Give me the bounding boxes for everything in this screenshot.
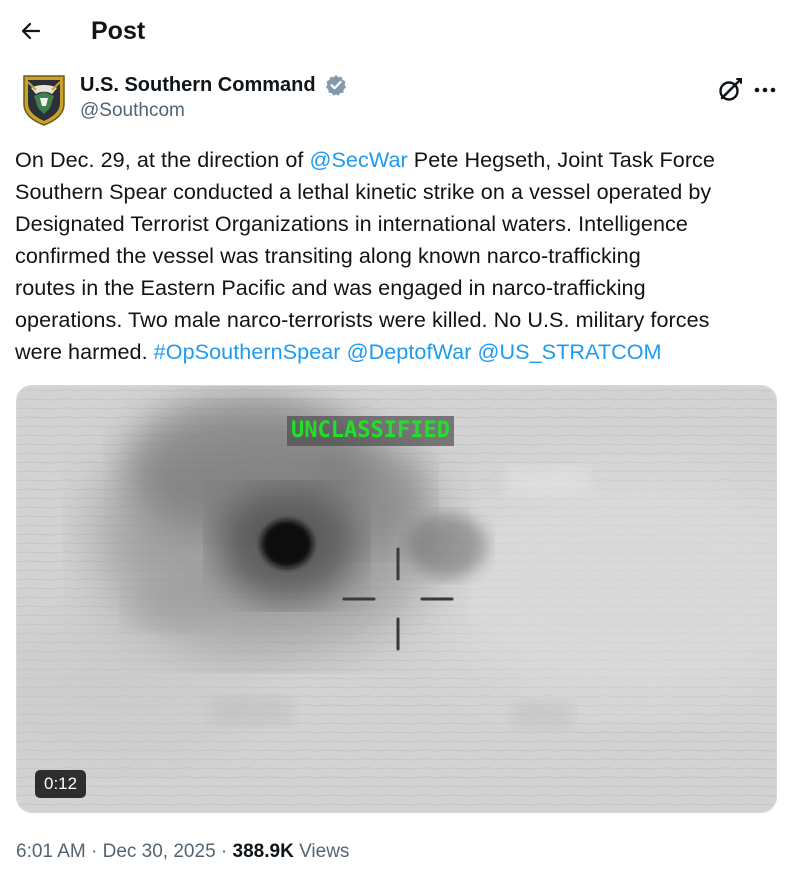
hashtag-link[interactable]: #OpSouthernSpear (154, 339, 341, 364)
author-handle[interactable]: @Southcom (80, 98, 185, 124)
views-label: Views (293, 841, 350, 862)
southcom-seal-icon (23, 75, 65, 126)
post-text-segment: were harmed. (15, 339, 154, 364)
post-text-segment: On Dec. 29, at the direction of (15, 147, 310, 172)
arrow-left-icon (21, 22, 41, 40)
post-text: On Dec. 29, at the direction of @SecWar … (15, 144, 785, 368)
post-line-3: Designated Terrorist Organizations in in… (15, 211, 688, 236)
mention-stratcom-link[interactable]: @US_STRATCOM (478, 339, 662, 364)
post-meta: 6:01 AM · Dec 30, 2025 · 388.9K Views (16, 838, 349, 866)
more-horizontal-icon[interactable] (752, 78, 778, 102)
classification-banner: UNCLASSIFIED (287, 416, 454, 446)
video-player[interactable]: UNCLASSIFIED 0:12 (16, 385, 777, 813)
mention-deptofwar-link[interactable]: @DeptofWar (347, 339, 472, 364)
post-line-1: On Dec. 29, at the direction of @SecWar … (15, 144, 785, 176)
verified-badge-icon (325, 74, 347, 96)
views-count: 388.9K (232, 841, 294, 862)
video-frame (17, 386, 776, 812)
post-line-5: routes in the Eastern Pacific and was en… (15, 275, 646, 300)
page-title: Post (91, 17, 146, 45)
author-name[interactable]: U.S. Southern Command (80, 72, 316, 98)
grok-icon[interactable] (716, 76, 744, 104)
avatar[interactable] (20, 74, 68, 126)
separator: · (85, 841, 103, 862)
post-author: U.S. Southern Command @Southcom (0, 68, 800, 130)
back-button[interactable] (14, 14, 48, 48)
post-line-4: confirmed the vessel was transiting alon… (15, 243, 641, 268)
post-line-6: operations. Two male narco-terrorists we… (15, 307, 710, 332)
video-duration-badge: 0:12 (35, 770, 87, 798)
post-date[interactable]: Dec 30, 2025 (103, 841, 216, 862)
post-line-2: Southern Spear conducted a lethal kineti… (15, 179, 712, 204)
post-time[interactable]: 6:01 AM (16, 841, 86, 862)
separator: · (215, 841, 233, 862)
top-bar: Post (0, 0, 800, 62)
mention-secwar-link[interactable]: @SecWar (309, 147, 407, 172)
post-text-segment: Pete Hegseth, Joint Task Force (407, 147, 715, 172)
post-line-7: were harmed. #OpSouthernSpear @DeptofWar… (15, 336, 785, 368)
